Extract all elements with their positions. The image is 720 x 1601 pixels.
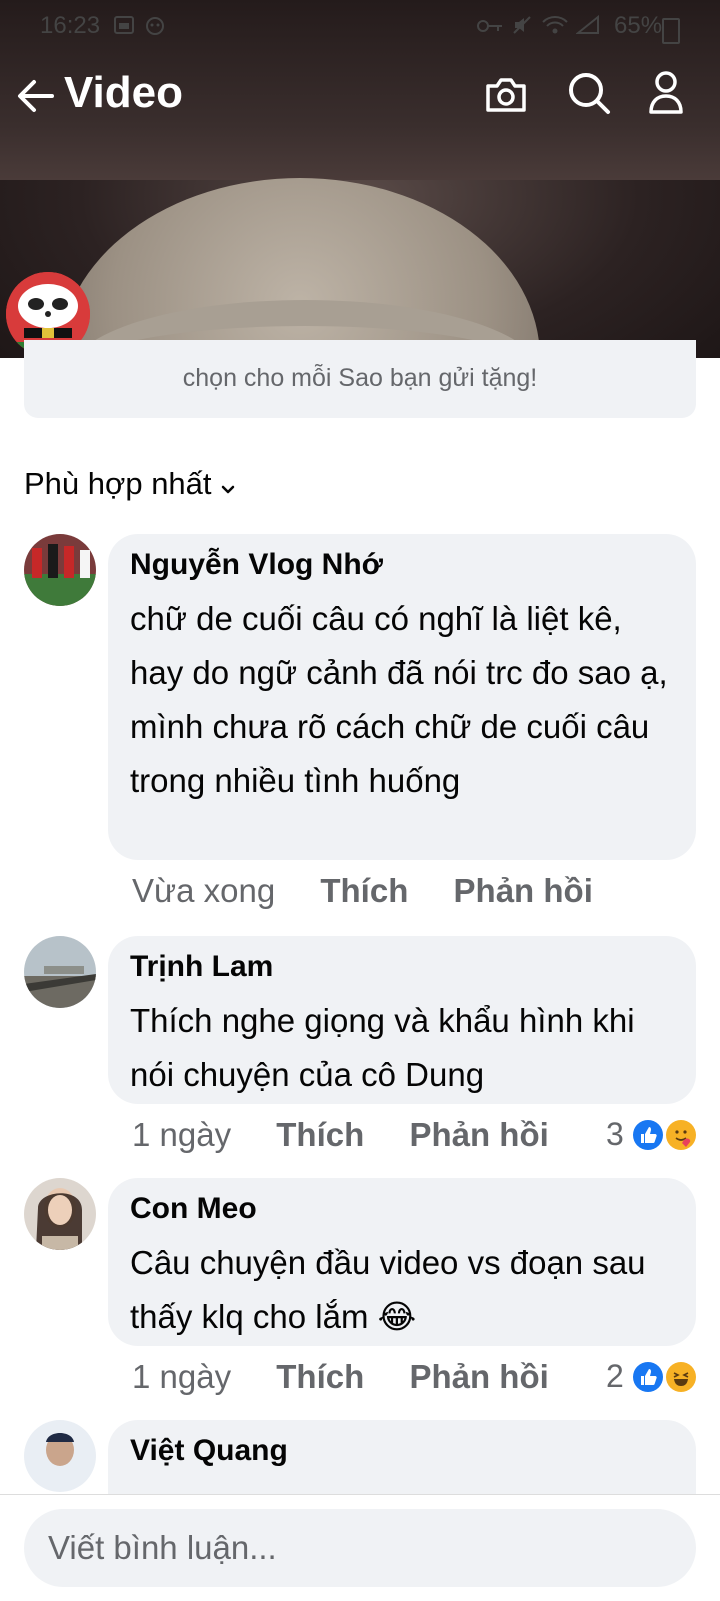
key-icon xyxy=(476,14,504,42)
comment-text: Câu chuyện đầu video vs đoạn sau thấy kl… xyxy=(130,1244,646,1335)
comment-actions: 1 ngày Thích Phản hồi xyxy=(132,1358,549,1396)
gallery-notification-icon xyxy=(114,14,134,42)
commenter-name[interactable]: Nguyễn Vlog Nhớ xyxy=(130,548,383,582)
signal-icon xyxy=(575,14,600,42)
wifi-icon xyxy=(542,14,568,42)
comment-bubble: Nguyễn Vlog Nhớ chữ de cuối câu có nghĩ … xyxy=(108,534,696,860)
video-player[interactable]: 16:23 65% Video xyxy=(0,0,720,358)
comment-bubble: Con Meo Câu chuyện đầu video vs đoạn sau… xyxy=(108,1178,696,1346)
stars-info-text: chọn cho mỗi Sao bạn gửi tặng! xyxy=(182,364,538,392)
commenter-name[interactable]: Trịnh Lam xyxy=(130,950,273,984)
reply-button[interactable]: Phản hồi xyxy=(454,872,593,910)
reply-button[interactable]: Phản hồi xyxy=(409,1358,548,1396)
comment-time: Vừa xong xyxy=(132,872,276,909)
status-bar: 16:23 65% xyxy=(0,0,720,50)
comment-bubble: Việt Quang xyxy=(108,1420,696,1494)
avatar[interactable] xyxy=(24,1420,96,1492)
reaction-summary[interactable]: 3 xyxy=(606,1114,696,1153)
search-icon[interactable] xyxy=(566,70,612,121)
profile-icon[interactable] xyxy=(648,70,684,121)
reply-button[interactable]: Phản hồi xyxy=(409,1116,548,1154)
like-button[interactable]: Thích xyxy=(276,1358,364,1396)
comment-item: Việt Quang xyxy=(0,1420,720,1494)
comment-bubble: Trịnh Lam Thích nghe giọng và khẩu hình … xyxy=(108,936,696,1104)
status-time: 16:23 xyxy=(40,12,101,39)
comment-composer: Viết bình luận... xyxy=(0,1494,720,1601)
like-icon xyxy=(632,1119,663,1150)
top-bar: Video xyxy=(0,62,720,126)
battery-icon xyxy=(662,18,680,44)
like-button[interactable]: Thích xyxy=(320,872,408,910)
comment-time: 1 ngày xyxy=(132,1358,232,1395)
stars-info-card: chọn cho mỗi Sao bạn gửi tặng! xyxy=(24,340,696,418)
sort-label: Phù hợp nhất xyxy=(24,466,212,501)
haha-icon xyxy=(665,1361,696,1392)
comment-time: 1 ngày xyxy=(132,1116,232,1153)
reaction-count: 3 xyxy=(606,1116,624,1153)
comment-actions: 1 ngày Thích Phản hồi xyxy=(132,1116,549,1154)
comment-sort-dropdown[interactable]: Phù hợp nhất xyxy=(24,466,236,504)
avatar[interactable] xyxy=(24,534,96,606)
avatar[interactable] xyxy=(24,1178,96,1250)
comment-text: Thích nghe giọng và khẩu hình khi nói ch… xyxy=(130,1002,635,1093)
commenter-name[interactable]: Con Meo xyxy=(130,1192,257,1226)
mute-icon xyxy=(512,14,532,42)
like-icon xyxy=(632,1361,663,1392)
comment-text: chữ de cuối câu có nghĩ là liệt kê, hay … xyxy=(130,600,668,799)
chevron-down-icon xyxy=(220,468,236,504)
app-notification-icon xyxy=(144,14,166,42)
comment-actions: Vừa xong Thích Phản hồi xyxy=(132,872,593,910)
avatar[interactable] xyxy=(24,936,96,1008)
back-arrow-icon[interactable] xyxy=(14,74,58,118)
page-title: Video xyxy=(64,68,184,117)
battery-percent: 65% xyxy=(614,12,663,39)
reaction-summary[interactable]: 2 xyxy=(606,1356,696,1395)
comment-input[interactable]: Viết bình luận... xyxy=(24,1509,696,1587)
reaction-count: 2 xyxy=(606,1358,624,1395)
like-button[interactable]: Thích xyxy=(276,1116,364,1154)
camera-icon[interactable] xyxy=(484,72,528,121)
commenter-name[interactable]: Việt Quang xyxy=(130,1434,288,1468)
care-icon xyxy=(665,1119,696,1150)
